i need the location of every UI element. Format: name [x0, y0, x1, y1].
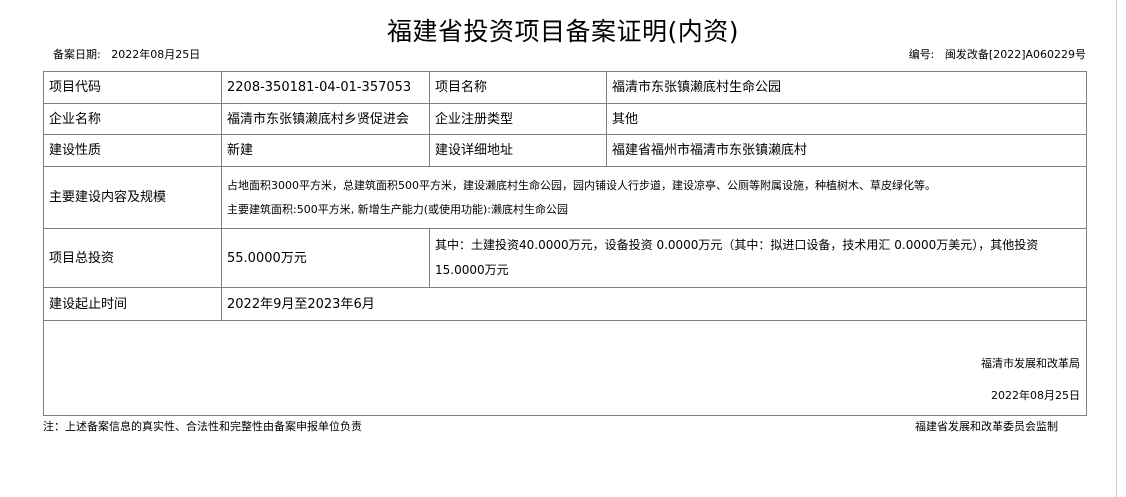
signature-date: 2022年08月25日: [991, 389, 1080, 402]
content-line-1: 占地面积3000平方米，总建筑面积500平方米，建设濑底村生命公园，园内铺设人行…: [227, 178, 936, 192]
period-value: 2022年9月至2023年6月: [221, 287, 1087, 321]
footer-note: 注：上述备案信息的真实性、合法性和完整性由备案申报单位负责: [43, 420, 362, 433]
page-edge-line: [1116, 0, 1117, 497]
footer-supervisor: 福建省发展和改革委员会监制: [915, 420, 1058, 433]
table-row: 福清市发展和改革局 2022年08月25日: [43, 320, 1087, 416]
registration-type-label: 企业注册类型: [429, 103, 607, 135]
total-investment-value: 55.0000万元: [221, 228, 430, 288]
filing-date-label: 备案日期:: [53, 48, 101, 61]
filing-table: 项目代码 2208-350181-04-01-357053 项目名称 福清市东张…: [43, 71, 1087, 416]
table-row: 项目代码 2208-350181-04-01-357053 项目名称 福清市东张…: [43, 71, 1087, 104]
registration-type-value: 其他: [606, 103, 1087, 135]
project-name-value: 福清市东张镇濑底村生命公园: [606, 71, 1087, 104]
filing-date: 备案日期: 2022年08月25日: [53, 46, 200, 62]
project-code-value: 2208-350181-04-01-357053: [221, 71, 430, 104]
project-name-label: 项目名称: [429, 71, 607, 104]
filing-date-value: 2022年08月25日: [111, 48, 201, 61]
table-row: 建设起止时间 2022年9月至2023年6月: [43, 287, 1087, 321]
enterprise-name-value: 福清市东张镇濑底村乡贤促进会: [221, 103, 430, 135]
project-code-label: 项目代码: [43, 71, 222, 104]
content-line-2: 主要建筑面积:500平方米, 新增生产能力(或使用功能):濑底村生命公园: [227, 202, 568, 216]
table-row: 企业名称 福清市东张镇濑底村乡贤促进会 企业注册类型 其他: [43, 103, 1087, 135]
table-row: 主要建设内容及规模 占地面积3000平方米，总建筑面积500平方米，建设濑底村生…: [43, 166, 1087, 229]
address-value: 福建省福州市福清市东张镇濑底村: [606, 134, 1087, 167]
table-row: 项目总投资 55.0000万元 其中：土建投资40.0000万元，设备投资 0.…: [43, 228, 1087, 288]
signature-cell: 福清市发展和改革局 2022年08月25日: [43, 320, 1087, 416]
investment-breakdown: 其中：土建投资40.0000万元，设备投资 0.0000万元（其中：拟进口设备，…: [429, 228, 1087, 288]
document-title: 福建省投资项目备案证明(内资): [386, 17, 739, 46]
construction-nature-label: 建设性质: [43, 134, 222, 167]
investment-breakdown-line-2: 15.0000万元: [435, 263, 509, 277]
total-investment-label: 项目总投资: [43, 228, 222, 288]
table-row: 建设性质 新建 建设详细地址 福建省福州市福清市东张镇濑底村: [43, 134, 1087, 167]
content-label: 主要建设内容及规模: [43, 166, 222, 229]
construction-nature-value: 新建: [221, 134, 430, 167]
enterprise-name-label: 企业名称: [43, 103, 222, 135]
investment-breakdown-line-1: 其中：土建投资40.0000万元，设备投资 0.0000万元（其中：拟进口设备，…: [435, 238, 1039, 252]
filing-number: 编号: 闽发改备[2022]A060229号: [909, 46, 1086, 62]
filing-number-value: 闽发改备[2022]A060229号: [944, 48, 1086, 61]
period-label: 建设起止时间: [43, 287, 222, 321]
address-label: 建设详细地址: [429, 134, 607, 167]
filing-number-label: 编号:: [908, 48, 935, 61]
content-value: 占地面积3000平方米，总建筑面积500平方米，建设濑底村生命公园，园内铺设人行…: [221, 166, 1087, 229]
signature-org: 福清市发展和改革局: [981, 357, 1080, 370]
